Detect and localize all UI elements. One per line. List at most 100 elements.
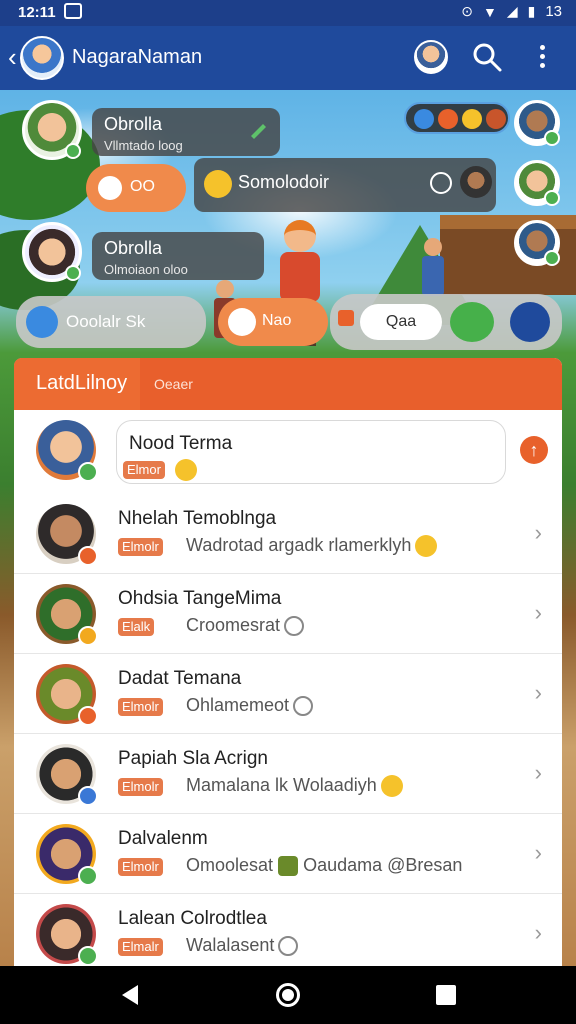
list-item[interactable]: Papiah Sla Acrign Elmolr Mamalana lk Wol… [14,734,562,814]
chat-bubble[interactable]: Obrolla Olmoiaon oloo [92,232,264,280]
tab-other[interactable]: Oeaer [154,376,193,392]
grey-pill-label: Ooolalr Sk [66,312,146,331]
contact-tag: Elmalr [118,938,163,956]
participant-avatar[interactable] [460,166,492,198]
wifi-icon: ▼ [482,3,497,20]
chevron-right-icon[interactable]: › [535,920,542,946]
list-item[interactable]: Dalvalenm Elmolr Omoolesat Oaudama @Bres… [14,814,562,894]
online-badge [65,143,81,159]
search-icon[interactable] [470,40,504,74]
game-controller-icon[interactable] [430,172,452,194]
bubble-name: Obrolla [104,114,163,134]
more-options-icon[interactable] [532,42,552,72]
online-badge [78,626,98,646]
player-avatar[interactable] [22,100,82,160]
contact-message: Walalasent [186,935,299,957]
message-text: Wadrotad argadk rlamerklyh [186,535,412,555]
online-badge [544,190,560,206]
tab-bar: LatdLilnoy Oeaer [14,358,562,410]
edit-icon[interactable] [248,118,270,140]
bubble-name: Somolodoir [238,172,330,192]
call-icon[interactable] [450,302,494,342]
message-text: Omoolesat [186,855,274,875]
app-logo-avatar[interactable] [20,36,64,80]
contact-tag: Elmor [123,461,165,479]
list-item[interactable]: Nhelah Temoblnga Elmolr Wadrotad argadk … [14,494,562,574]
player-avatar[interactable] [22,222,82,282]
online-badge [78,462,98,482]
smile-emoji-icon [175,459,197,481]
profile-avatar-button[interactable] [414,40,448,74]
grey-action-pill[interactable]: Ooolalr Sk [16,296,206,348]
nav-home-icon[interactable] [276,983,300,1007]
player-avatar[interactable] [514,160,560,206]
battery-icon: ▮ [527,3,536,19]
bubble-subtext: Vllmtado loog [104,138,183,153]
contact-list-panel: LatdLilnoy Oeaer Nood Terma Elmor ↑ Nhel… [14,358,562,966]
reaction-icon[interactable] [462,109,482,129]
battery-level: 13 [545,3,562,20]
contact-avatar [36,504,98,566]
villager-character [420,238,446,298]
sticker-icon [278,856,299,877]
contact-name: Dadat Temana [118,668,242,689]
white-pill-button[interactable]: Qaa [360,304,442,340]
tab-active[interactable]: LatdLilnoy [14,358,140,410]
list-item[interactable]: Lalean Colrodtlea Elmalr Walalasent › [14,894,562,966]
smile-emoji-icon [380,775,403,798]
chevron-right-icon[interactable]: › [535,760,542,786]
signal-icon: ◢ [506,3,518,19]
notification-icon [64,3,82,19]
game-scene-background: Obrolla Vllmtado loog OO Somolodoir Obro… [0,90,576,966]
alarm-icon: ⊙ [461,3,473,19]
status-bar: 12:11 ⊙ ▼ ◢ ▮ 13 [0,0,576,26]
list-item[interactable]: Dadat Temana Elmolr Ohlamemeot › [14,654,562,734]
online-badge [544,250,560,266]
chevron-right-icon[interactable]: › [535,600,542,626]
chat-bubble[interactable]: Obrolla Vllmtado loog [92,108,280,156]
contact-avatar [36,584,98,646]
contact-tag: Elmolr [118,778,163,796]
share-icon[interactable] [510,302,550,342]
chevron-right-icon[interactable]: › [535,520,542,546]
reaction-icon[interactable] [438,109,458,129]
list-item[interactable]: Nood Terma Elmor ↑ [14,410,562,490]
tag-icon[interactable] [338,310,354,326]
nav-back-icon[interactable] [122,985,138,1005]
contact-tag: Elmolr [118,858,163,876]
nav-recents-icon[interactable] [436,985,456,1005]
smile-emoji-icon [415,535,438,558]
status-pill[interactable]: OO [86,164,186,212]
contact-message: Wadrotad argadk rlamerklyh [186,535,438,558]
chevron-right-icon[interactable]: › [535,680,542,706]
contact-message: Ohlamemeot [186,695,314,717]
status-time: 12:11 [18,4,56,21]
online-badge [78,706,98,726]
list-item[interactable]: Ohdsia TangeMima Elalk Croomesrat › [14,574,562,654]
contact-avatar [36,824,98,886]
online-badge [78,946,98,966]
reaction-bar[interactable] [404,102,510,134]
orange-action-pill[interactable]: Nao [218,298,328,346]
contact-name: Ohdsia TangeMima [118,588,282,609]
online-badge [65,265,81,281]
chat-bubble[interactable]: Somolodoir [194,158,496,212]
online-badge [78,866,98,886]
back-arrow-icon[interactable]: ‹ [8,44,17,70]
system-nav-bar [0,966,576,1024]
player-avatar[interactable] [514,220,560,266]
contact-avatar [36,664,98,726]
clock-icon [98,176,122,200]
app-title: NagaraNaman [72,46,203,68]
chevron-right-icon[interactable]: › [535,840,542,866]
reaction-icon[interactable] [414,109,434,129]
contact-name: Lalean Colrodtlea [118,908,267,929]
contact-tag: Elmolr [118,698,163,716]
reaction-icon [278,936,299,957]
message-extra: Oaudama @Bresan [303,855,463,875]
player-avatar[interactable] [514,100,560,146]
reaction-icon[interactable] [486,109,506,129]
message-preview-card[interactable]: Nood Terma Elmor [116,420,506,484]
scroll-up-button[interactable]: ↑ [520,436,548,464]
reaction-icon [293,696,314,717]
